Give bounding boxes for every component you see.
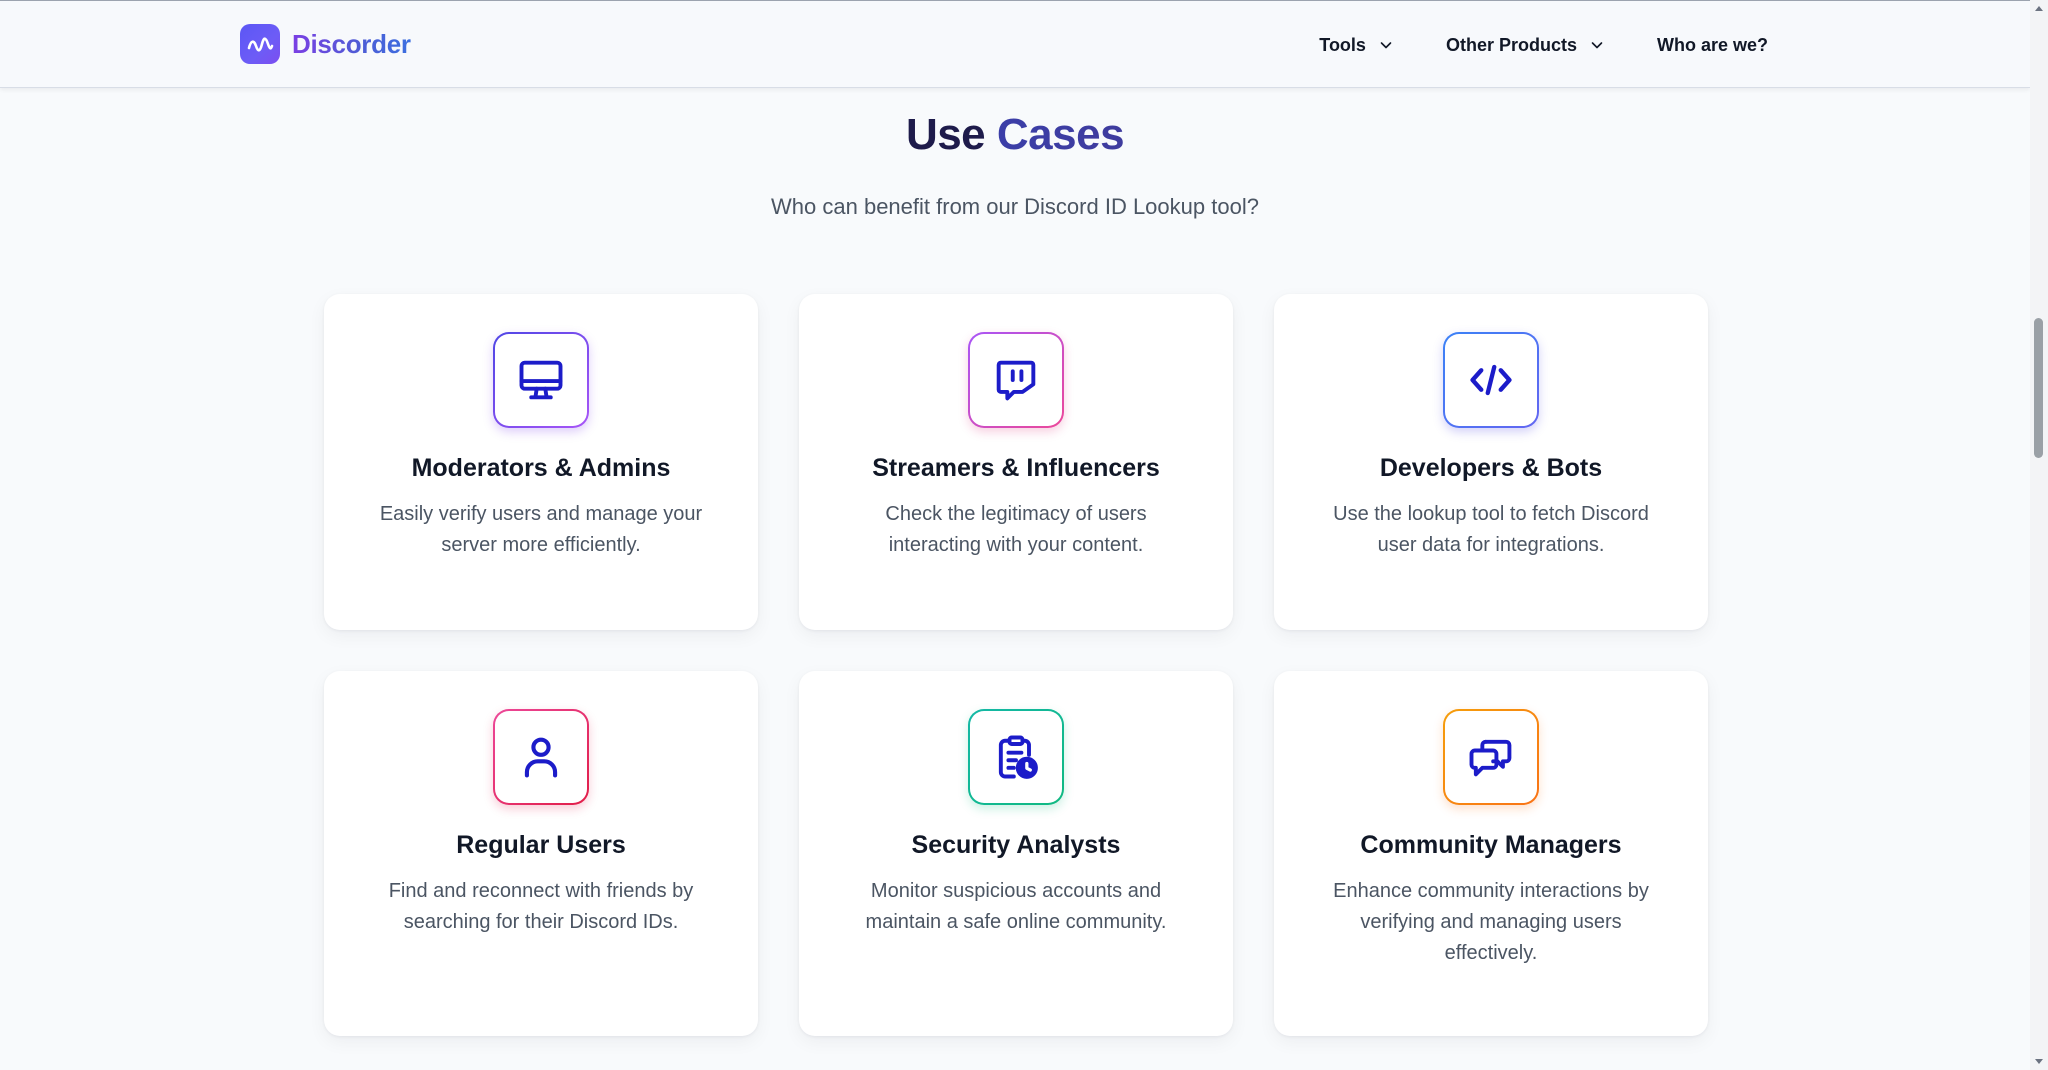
nav-who-are-we[interactable]: Who are we? (1657, 35, 1768, 56)
icon-frame (493, 332, 589, 428)
twitch-icon (996, 360, 1036, 401)
nav-other-products-label: Other Products (1445, 34, 1577, 55)
monitor-icon (519, 360, 563, 400)
card-title: Security Analysts (911, 831, 1121, 859)
card-title: Moderators & Admins (411, 454, 671, 482)
card-title: Regular Users (456, 831, 626, 859)
clipboard-clock-icon (998, 735, 1038, 779)
main-nav: Tools Other Products Who are we? (1319, 1, 1768, 89)
scroll-down-arrow-icon[interactable] (2034, 1057, 2044, 1067)
brand-name: Discorder (292, 28, 411, 59)
use-case-card: Streamers & Influencers Check the legiti… (799, 294, 1233, 630)
page: Discorder Tools Other Products Who are w… (0, 0, 2048, 1070)
section-title-part1: Use (905, 110, 986, 159)
brand-logo-link[interactable]: Discorder (240, 24, 411, 64)
icon-frame (1443, 332, 1539, 428)
chevron-down-icon (1591, 42, 1603, 49)
use-cases-grid: Moderators & Admins Easily verify users … (324, 294, 1708, 1036)
card-description: Monitor suspicious accounts and maintain… (865, 880, 1167, 933)
icon-frame (493, 709, 589, 805)
card-description: Enhance community interactions by verify… (1333, 880, 1649, 964)
site-header: Discorder Tools Other Products Who are w… (0, 0, 2030, 88)
section-title-part2: Cases (996, 110, 1125, 159)
icon-frame (968, 332, 1064, 428)
nav-tools-label: Tools (1319, 34, 1366, 55)
scroll-up-arrow-icon[interactable] (2034, 3, 2044, 13)
user-icon (524, 737, 558, 778)
chevron-down-icon (1380, 42, 1392, 49)
icon-frame (1443, 709, 1539, 805)
code-icon (1470, 364, 1512, 396)
section-title: Use Cases (0, 110, 2030, 160)
icon-frame (968, 709, 1064, 805)
card-title: Developers & Bots (1379, 454, 1603, 482)
use-case-card: Developers & Bots Use the lookup tool to… (1274, 294, 1708, 630)
chat-bubbles-icon (1469, 739, 1512, 777)
use-case-card: Community Managers Enhance community int… (1274, 671, 1708, 1036)
vertical-scrollbar[interactable] (2030, 0, 2048, 1070)
nav-tools[interactable]: Tools (1319, 35, 1394, 56)
card-description: Find and reconnect with friends by searc… (388, 880, 694, 933)
card-description: Easily verify users and manage your serv… (379, 503, 703, 556)
scrollbar-thumb[interactable] (2034, 318, 2043, 458)
use-case-card: Regular Users Find and reconnect with fr… (324, 671, 758, 1036)
section-subtitle: Who can benefit from our Discord ID Look… (771, 194, 1259, 219)
use-case-card: Security Analysts Monitor suspicious acc… (799, 671, 1233, 1036)
wave-icon (240, 24, 280, 64)
use-case-card: Moderators & Admins Easily verify users … (324, 294, 758, 630)
card-description: Use the lookup tool to fetch Discord use… (1333, 503, 1649, 556)
nav-who-are-we-label: Who are we? (1656, 34, 1768, 55)
nav-other-products[interactable]: Other Products (1446, 35, 1605, 56)
card-description: Check the legitimacy of users interactin… (885, 503, 1147, 556)
card-title: Streamers & Influencers (872, 454, 1160, 482)
card-title: Community Managers (1360, 831, 1622, 859)
